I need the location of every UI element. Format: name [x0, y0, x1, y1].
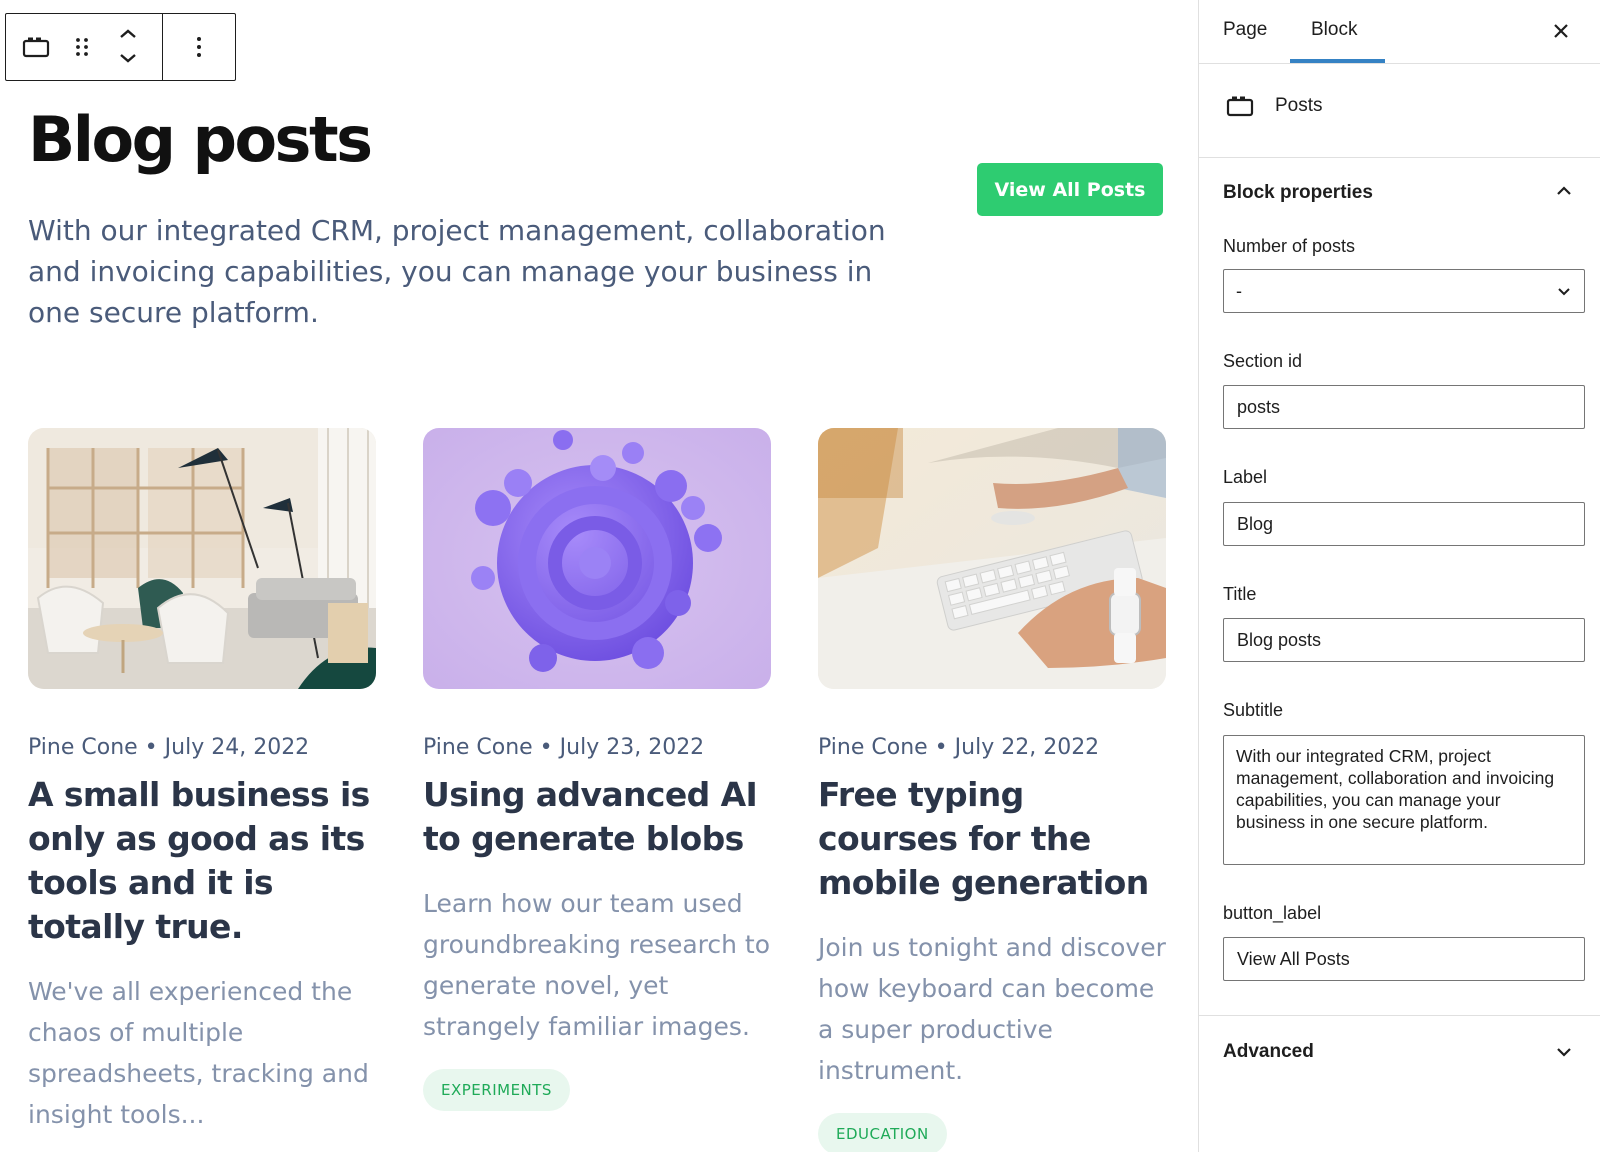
more-options-button[interactable] — [183, 27, 215, 67]
post-author: Pine Cone — [28, 735, 138, 760]
post-excerpt: Learn how our team used groundbreaking r… — [423, 889, 771, 1041]
subtitle-label: Subtitle — [1223, 700, 1284, 720]
post-tag-education[interactable]: EDUCATION — [818, 1113, 947, 1152]
close-icon — [1554, 24, 1568, 38]
post-meta: Pine Cone • July 24, 2022 — [28, 735, 376, 760]
number-of-posts-label: Number of posts — [1223, 236, 1356, 256]
title-input[interactable]: Blog posts — [1223, 618, 1585, 662]
block-toolbar — [5, 13, 236, 81]
chevron-down-icon — [1558, 288, 1570, 296]
post-title[interactable]: Using advanced AI to generate blobs — [423, 773, 771, 861]
chevron-down-icon — [1557, 1048, 1571, 1057]
close-sidebar-button[interactable] — [1544, 14, 1578, 48]
tab-page[interactable]: Page — [1223, 0, 1267, 64]
intro-text: With our integrated CRM, project managem… — [28, 214, 886, 329]
move-up-down-button[interactable] — [112, 27, 144, 67]
post-image-blob[interactable] — [423, 428, 771, 689]
sidebar-tabs: Page Block — [1199, 0, 1600, 64]
posts-block-icon — [1226, 96, 1254, 117]
number-of-posts-select[interactable]: - — [1223, 269, 1585, 313]
meta-separator: • — [934, 735, 948, 760]
post-title[interactable]: A small business is only as good as its … — [28, 773, 376, 949]
button-label-input[interactable]: View All Posts — [1223, 937, 1585, 981]
post-excerpt: We've all experienced the chaos of multi… — [28, 977, 369, 1129]
section-id-input[interactable]: posts — [1223, 385, 1585, 429]
label-label: Label — [1223, 467, 1268, 487]
post-meta: Pine Cone • July 23, 2022 — [423, 735, 771, 760]
active-tab-indicator — [1290, 59, 1385, 63]
post-date: July 24, 2022 — [164, 735, 310, 760]
meta-separator: • — [144, 735, 158, 760]
editor-canvas: Blog posts View All Posts With our integ… — [0, 0, 1198, 1152]
settings-sidebar: Page Block Posts Block properties Number… — [1198, 0, 1600, 1152]
post-date: July 22, 2022 — [954, 735, 1100, 760]
post-tag-experiments[interactable]: EXPERIMENTS — [423, 1069, 570, 1111]
label-input[interactable]: Blog — [1223, 502, 1585, 546]
advanced-title: Advanced — [1223, 1041, 1314, 1062]
meta-separator: • — [539, 735, 553, 760]
post-image-office[interactable] — [28, 428, 376, 689]
post-card[interactable]: Pine Cone • July 22, 2022 Free typing co… — [818, 428, 1166, 1152]
post-date: July 23, 2022 — [559, 735, 705, 760]
post-meta: Pine Cone • July 22, 2022 — [818, 735, 1166, 760]
block-toolbar-group — [6, 14, 163, 80]
post-title[interactable]: Free typing courses for the mobile gener… — [818, 773, 1166, 905]
button-label-label: button_label — [1223, 903, 1322, 923]
tab-block[interactable]: Block — [1311, 0, 1357, 64]
block-properties-title: Block properties — [1223, 182, 1373, 203]
post-card[interactable]: Pine Cone • July 24, 2022 A small busine… — [28, 428, 376, 1135]
drag-handle-icon — [76, 38, 88, 56]
block-card-title: Posts — [1275, 95, 1323, 116]
more-options-icon — [197, 37, 201, 57]
post-excerpt: Join us tonight and discover how keyboar… — [818, 933, 1166, 1085]
chevron-up-icon — [1557, 186, 1571, 195]
block-properties-toggle[interactable]: Block properties — [1199, 168, 1600, 216]
posts-block-icon — [22, 37, 50, 58]
divider — [1199, 1015, 1600, 1016]
post-author: Pine Cone — [818, 735, 928, 760]
number-of-posts-value: - — [1236, 280, 1242, 301]
advanced-toggle[interactable]: Advanced — [1199, 1027, 1600, 1075]
title-label: Title — [1223, 584, 1257, 604]
post-card[interactable]: Pine Cone • July 23, 2022 Using advanced… — [423, 428, 771, 1111]
page-title: Blog posts — [28, 103, 373, 176]
block-toolbar-options-group — [163, 14, 235, 80]
view-all-posts-button[interactable]: View All Posts — [977, 163, 1163, 216]
section-id-label: Section id — [1223, 351, 1303, 371]
divider — [1199, 157, 1600, 158]
drag-handle-button[interactable] — [66, 27, 98, 67]
post-author: Pine Cone — [423, 735, 533, 760]
subtitle-textarea[interactable]: With our integrated CRM, project managem… — [1223, 735, 1585, 865]
block-type-button[interactable] — [20, 27, 52, 67]
move-up-down-icon — [120, 29, 136, 63]
post-image-keyboard[interactable] — [818, 428, 1166, 689]
